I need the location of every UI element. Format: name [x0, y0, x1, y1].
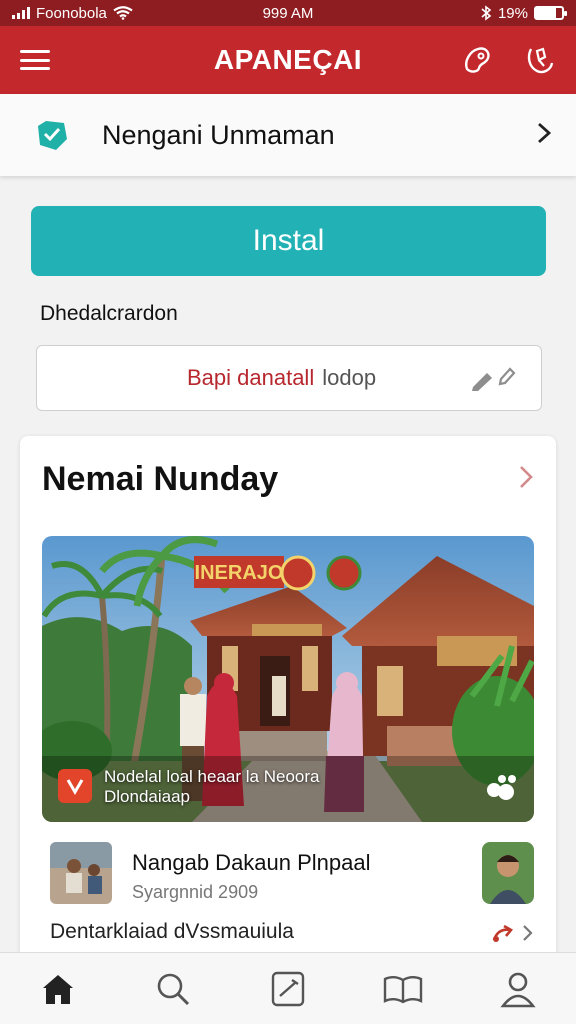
- post-row[interactable]: Nangab Dakaun Plnpaal Syargnnid 2909: [50, 842, 534, 904]
- account-badge-icon: [32, 115, 72, 155]
- card-title[interactable]: Nemai Nunday: [42, 460, 278, 499]
- field-label: Dhedalcrardon: [40, 302, 178, 325]
- profile-icon[interactable]: [488, 959, 548, 1019]
- text-field[interactable]: Bapi danatall lodop: [36, 345, 542, 411]
- battery-level: [536, 8, 556, 18]
- footer-text: Dentarklaiad dVssmauiula: [50, 920, 294, 943]
- menu-icon[interactable]: [18, 47, 52, 73]
- chevron-right-icon[interactable]: [522, 923, 534, 943]
- hero-caption: Nodelal loal heaar la Neoora Dlondaiaap: [104, 767, 319, 807]
- paw-icon[interactable]: [484, 770, 520, 809]
- account-row[interactable]: Nengani Unmaman: [0, 94, 576, 176]
- notification-icon[interactable]: [522, 42, 558, 78]
- post-thumbnail: [50, 842, 112, 904]
- post-title: Nangab Dakaun Plnpaal: [132, 850, 371, 875]
- field-value-primary: Bapi danatall: [187, 365, 315, 390]
- hero-sign: INERAJO: [195, 562, 284, 584]
- hero-caption-line1: Nodelal loal heaar la Neoora: [104, 767, 320, 786]
- status-bar: Foonobola 999 AM 19%: [0, 0, 576, 26]
- hero-image[interactable]: INERAJO Nodelal loal heaar la Neoora Dlo…: [42, 536, 534, 822]
- carrier-label: Foonobola: [36, 4, 107, 22]
- field-value-secondary: lodop: [322, 365, 377, 390]
- account-name: Nengani Unmaman: [102, 119, 335, 150]
- tab-bar: [0, 952, 576, 1024]
- edit-icon[interactable]: [467, 365, 521, 391]
- search-icon[interactable]: [143, 959, 203, 1019]
- chevron-right-icon[interactable]: [518, 464, 534, 495]
- explore-icon[interactable]: [460, 42, 496, 78]
- footer-row[interactable]: Dentarklaiad dVssmauiula: [50, 920, 534, 950]
- battery-percent: 19%: [497, 4, 528, 22]
- channel-logo-icon: [58, 769, 92, 803]
- avatar[interactable]: [482, 842, 534, 904]
- edit-icon[interactable]: [258, 959, 318, 1019]
- book-icon[interactable]: [373, 959, 433, 1019]
- wifi-icon: [113, 6, 133, 20]
- home-icon[interactable]: [28, 959, 88, 1019]
- post-meta: Syargnnid 2909: [132, 882, 259, 902]
- chevron-right-icon: [536, 121, 552, 150]
- share-icon[interactable]: [490, 922, 518, 944]
- feature-card: Nemai Nunday INERAJO Nodelal loal heaar …: [20, 436, 556, 976]
- install-button[interactable]: Instal: [31, 206, 546, 276]
- battery-icon: [534, 6, 567, 20]
- signal-icon: [12, 7, 30, 19]
- bluetooth-icon: [481, 5, 492, 21]
- app-bar: APANEÇAI: [0, 26, 576, 94]
- hero-caption-line2: Dlondaiaap: [104, 787, 191, 806]
